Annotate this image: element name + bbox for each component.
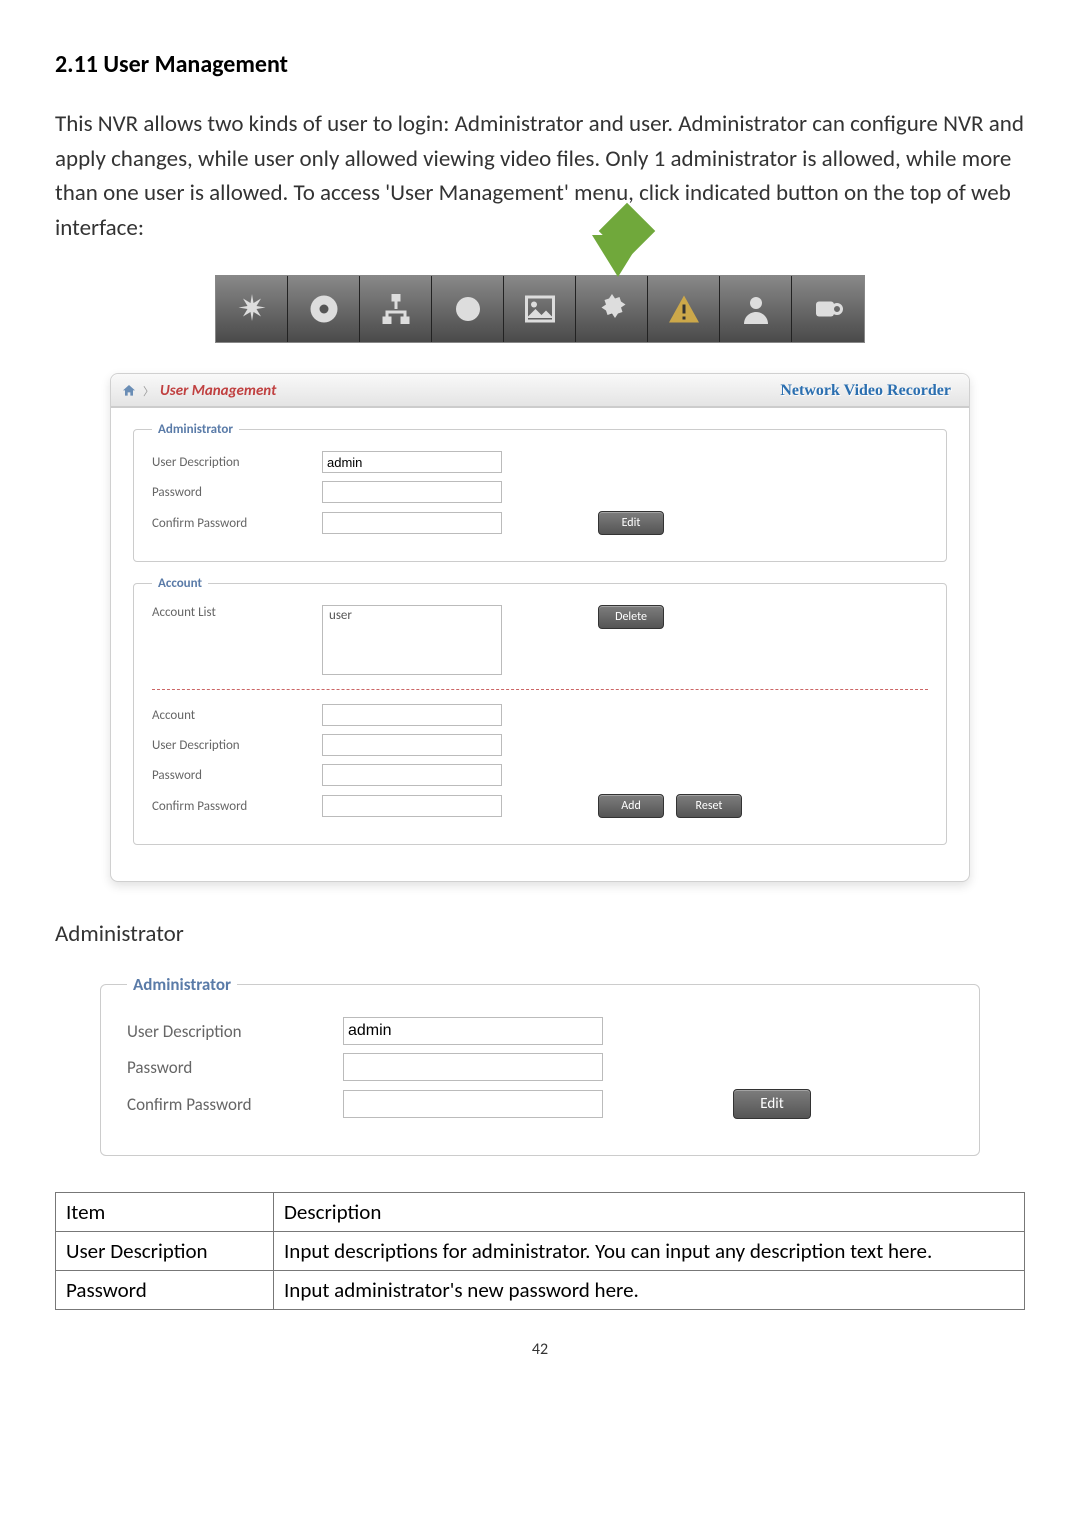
label-new-password: Password <box>152 768 322 783</box>
legend-admin-detail: Administrator <box>127 974 237 995</box>
toolbar-btn-record[interactable] <box>432 276 504 342</box>
td-item: Password <box>56 1271 274 1310</box>
label-admin-confirm: Confirm Password <box>152 516 322 531</box>
label-admin-user-desc: User Description <box>152 455 322 470</box>
add-button[interactable]: Add <box>598 794 664 818</box>
fieldset-account: Account Account List user Delete Account… <box>133 576 947 845</box>
delete-button[interactable]: Delete <box>598 605 664 629</box>
reset-button[interactable]: Reset <box>676 794 742 818</box>
legend-account: Account <box>152 576 208 591</box>
fieldset-administrator: Administrator User Description Password … <box>133 422 947 562</box>
toolbar-btn-disc[interactable] <box>288 276 360 342</box>
toolbar-btn-asterisk[interactable] <box>216 276 288 342</box>
asterisk-icon <box>234 291 270 327</box>
new-confirm-input[interactable] <box>322 795 502 817</box>
th-item: Item <box>56 1193 274 1232</box>
disc-icon <box>306 291 342 327</box>
image-icon <box>522 291 558 327</box>
table-row: User Description Input descriptions for … <box>56 1232 1025 1271</box>
label-admin-password: Password <box>152 485 322 500</box>
table-row: Password Input administrator's new passw… <box>56 1271 1025 1310</box>
user-icon <box>738 291 774 327</box>
label-new-user-desc: User Description <box>152 738 322 753</box>
fieldset-admin-detail: Administrator User Description Password … <box>100 974 980 1156</box>
account-list-item[interactable]: user <box>329 608 495 623</box>
admin-password-input[interactable] <box>322 481 502 503</box>
gear-icon <box>594 291 630 327</box>
page-number: 42 <box>55 1340 1025 1359</box>
camera-power-icon <box>810 291 846 327</box>
legend-administrator: Administrator <box>152 422 239 437</box>
td-desc: Input administrator's new password here. <box>274 1271 1025 1310</box>
admin-confirm-input[interactable] <box>322 512 502 534</box>
network-icon <box>378 291 414 327</box>
alert-icon <box>666 291 702 327</box>
edit-button[interactable]: Edit <box>598 511 664 535</box>
toolbar-btn-user[interactable] <box>720 276 792 342</box>
toolbar <box>215 275 865 343</box>
chevron-icon: 〉 <box>143 383 154 399</box>
toolbar-illustration <box>55 275 1025 343</box>
admin-detail-box: Administrator User Description Password … <box>100 974 980 1156</box>
label-admin2-password: Password <box>127 1057 343 1078</box>
th-desc: Description <box>274 1193 1025 1232</box>
label-new-confirm: Confirm Password <box>152 799 322 814</box>
label-new-account: Account <box>152 708 322 723</box>
account-list[interactable]: user <box>322 605 502 675</box>
home-icon[interactable] <box>121 383 137 399</box>
td-desc: Input descriptions for administrator. Yo… <box>274 1232 1025 1271</box>
user-management-panel: 〉 User Management Network Video Recorder… <box>110 373 970 882</box>
description-table: Item Description User Description Input … <box>55 1192 1025 1310</box>
edit-button-2[interactable]: Edit <box>733 1089 811 1119</box>
toolbar-btn-power[interactable] <box>792 276 864 342</box>
new-user-desc-input[interactable] <box>322 734 502 756</box>
toolbar-btn-settings[interactable] <box>576 276 648 342</box>
admin-user-desc-input[interactable] <box>322 451 502 473</box>
toolbar-btn-network[interactable] <box>360 276 432 342</box>
new-password-input[interactable] <box>322 764 502 786</box>
section-heading: 2.11 User Management <box>55 50 1025 79</box>
label-account-list: Account List <box>152 605 322 620</box>
sub-heading-administrator: Administrator <box>55 920 1025 948</box>
intro-paragraph: This NVR allows two kinds of user to log… <box>55 107 1025 245</box>
td-item: User Description <box>56 1232 274 1271</box>
breadcrumb-title: User Management <box>160 382 276 400</box>
circle-icon <box>450 291 486 327</box>
account-divider <box>152 689 928 690</box>
new-account-input[interactable] <box>322 704 502 726</box>
product-name: Network Video Recorder <box>780 382 951 400</box>
label-admin2-confirm: Confirm Password <box>127 1094 343 1115</box>
toolbar-btn-image[interactable] <box>504 276 576 342</box>
admin2-confirm-input[interactable] <box>343 1090 603 1118</box>
admin2-user-desc-input[interactable] <box>343 1017 603 1045</box>
admin2-password-input[interactable] <box>343 1053 603 1081</box>
toolbar-btn-alert[interactable] <box>648 276 720 342</box>
panel-header: 〉 User Management Network Video Recorder <box>111 374 969 408</box>
table-header-row: Item Description <box>56 1193 1025 1232</box>
label-admin2-user-desc: User Description <box>127 1021 343 1042</box>
